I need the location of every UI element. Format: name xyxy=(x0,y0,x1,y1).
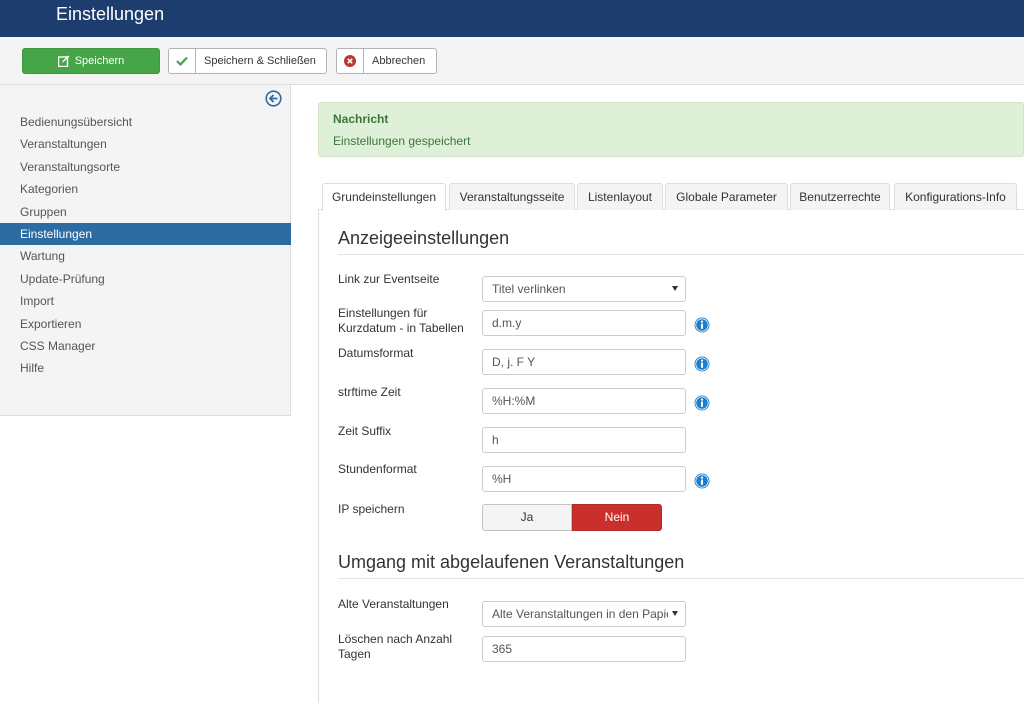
old-events-select[interactable]: Alte Veranstaltungen in den Papierkorb xyxy=(482,601,686,627)
save-button-label: Speichern xyxy=(74,55,125,67)
chevron-down-icon xyxy=(672,286,678,291)
tab-konfigurations-info[interactable]: Konfigurations-Info xyxy=(894,183,1017,210)
sidebar-item-veranstaltungen[interactable]: Veranstaltungen xyxy=(0,133,291,155)
old-events-label: Alte Veranstaltungen xyxy=(338,597,449,611)
cancel-button-label: Abbrechen xyxy=(372,55,426,67)
section-divider xyxy=(338,254,1024,255)
save-close-button[interactable]: Speichern & Schließen xyxy=(168,48,327,74)
sidebar-item-veranstaltungsorte[interactable]: Veranstaltungsorte xyxy=(0,156,291,178)
link-event-label: Link zur Eventseite xyxy=(338,272,440,286)
time-suffix-label: Zeit Suffix xyxy=(338,424,392,438)
sidebar-item-kategorien[interactable]: Kategorien xyxy=(0,178,291,200)
sidebar-item-wartung[interactable]: Wartung xyxy=(0,245,291,267)
info-icon[interactable] xyxy=(694,473,710,489)
delete-after-label: Löschen nach Anzahl Tagen xyxy=(338,632,453,661)
info-icon[interactable] xyxy=(694,356,710,372)
old-events-value: Alte Veranstaltungen in den Papierkorb xyxy=(492,607,668,621)
success-message: Nachricht Einstellungen gespeichert xyxy=(318,102,1024,157)
sidebar-item-exportieren[interactable]: Exportieren xyxy=(0,313,291,335)
delete-after-input[interactable]: 365 xyxy=(482,636,686,662)
strftime-label: strftime Zeit xyxy=(338,385,401,399)
sidebar-item-update-pruefung[interactable]: Update-Prüfung xyxy=(0,268,291,290)
info-icon[interactable] xyxy=(694,317,710,333)
date-format-label: Datumsformat xyxy=(338,346,414,360)
sidebar-item-einstellungen[interactable]: Einstellungen xyxy=(0,222,291,246)
check-icon xyxy=(169,49,196,73)
collapse-sidebar-icon[interactable] xyxy=(265,90,282,107)
tab-globale-parameter[interactable]: Globale Parameter xyxy=(665,183,788,210)
sidebar-item-css-manager[interactable]: CSS Manager xyxy=(0,335,291,357)
sidebar-item-bedienungsuebersicht[interactable]: Bedienungsübersicht xyxy=(0,111,291,133)
date-format-input[interactable]: D, j. F Y xyxy=(482,349,686,375)
app-header: Einstellungen xyxy=(0,0,1024,37)
section-title-display: Anzeigeeinstellungen xyxy=(338,228,510,248)
save-close-button-label: Speichern & Schließen xyxy=(204,55,316,67)
sidebar: Bedienungsübersicht Veranstaltungen Vera… xyxy=(0,85,291,416)
short-date-input[interactable]: d.m.y xyxy=(482,310,686,336)
ip-save-yes-button[interactable]: Ja xyxy=(482,504,572,531)
settings-tabs: Grundeinstellungen Veranstaltungsseite L… xyxy=(318,182,1024,211)
cancel-button[interactable]: Abbrechen xyxy=(336,48,437,74)
message-title: Nachricht xyxy=(333,112,389,126)
strftime-input[interactable]: %H:%M xyxy=(482,388,686,414)
short-date-label: Einstellungen für Kurzdatum - in Tabelle… xyxy=(338,306,464,335)
tab-panel-border xyxy=(318,210,319,703)
page-title: Einstellungen xyxy=(56,4,165,24)
message-text: Einstellungen gespeichert xyxy=(333,134,471,148)
hour-format-input[interactable]: %H xyxy=(482,466,686,492)
hour-format-label: Stundenformat xyxy=(338,462,417,476)
ip-save-no-button[interactable]: Nein xyxy=(572,504,662,531)
cancel-icon xyxy=(337,49,364,73)
tab-veranstaltungsseite[interactable]: Veranstaltungsseite xyxy=(449,183,575,210)
tab-grundeinstellungen[interactable]: Grundeinstellungen xyxy=(322,183,446,211)
link-event-select[interactable]: Titel verlinken xyxy=(482,276,686,302)
ip-save-label: IP speichern xyxy=(338,502,405,516)
time-suffix-input[interactable]: h xyxy=(482,427,686,453)
sidebar-item-gruppen[interactable]: Gruppen xyxy=(0,201,291,223)
link-event-value: Titel verlinken xyxy=(492,282,566,296)
sidebar-item-hilfe[interactable]: Hilfe xyxy=(0,357,291,379)
ip-save-toggle: Ja Nein xyxy=(482,504,662,531)
save-button[interactable]: Speichern xyxy=(22,48,160,74)
tab-listenlayout[interactable]: Listenlayout xyxy=(577,183,663,210)
section-title-expired: Umgang mit abgelaufenen Veranstaltungen xyxy=(338,552,685,572)
sidebar-menu: Bedienungsübersicht Veranstaltungen Vera… xyxy=(0,111,291,380)
chevron-down-icon xyxy=(672,611,678,616)
edit-icon xyxy=(57,49,70,73)
sidebar-item-import[interactable]: Import xyxy=(0,290,291,312)
info-icon[interactable] xyxy=(694,395,710,411)
section-divider xyxy=(338,578,1024,579)
toolbar: Speichern Speichern & Schließen Abbreche… xyxy=(0,37,1024,85)
tab-benutzerrechte[interactable]: Benutzerrechte xyxy=(790,183,890,210)
